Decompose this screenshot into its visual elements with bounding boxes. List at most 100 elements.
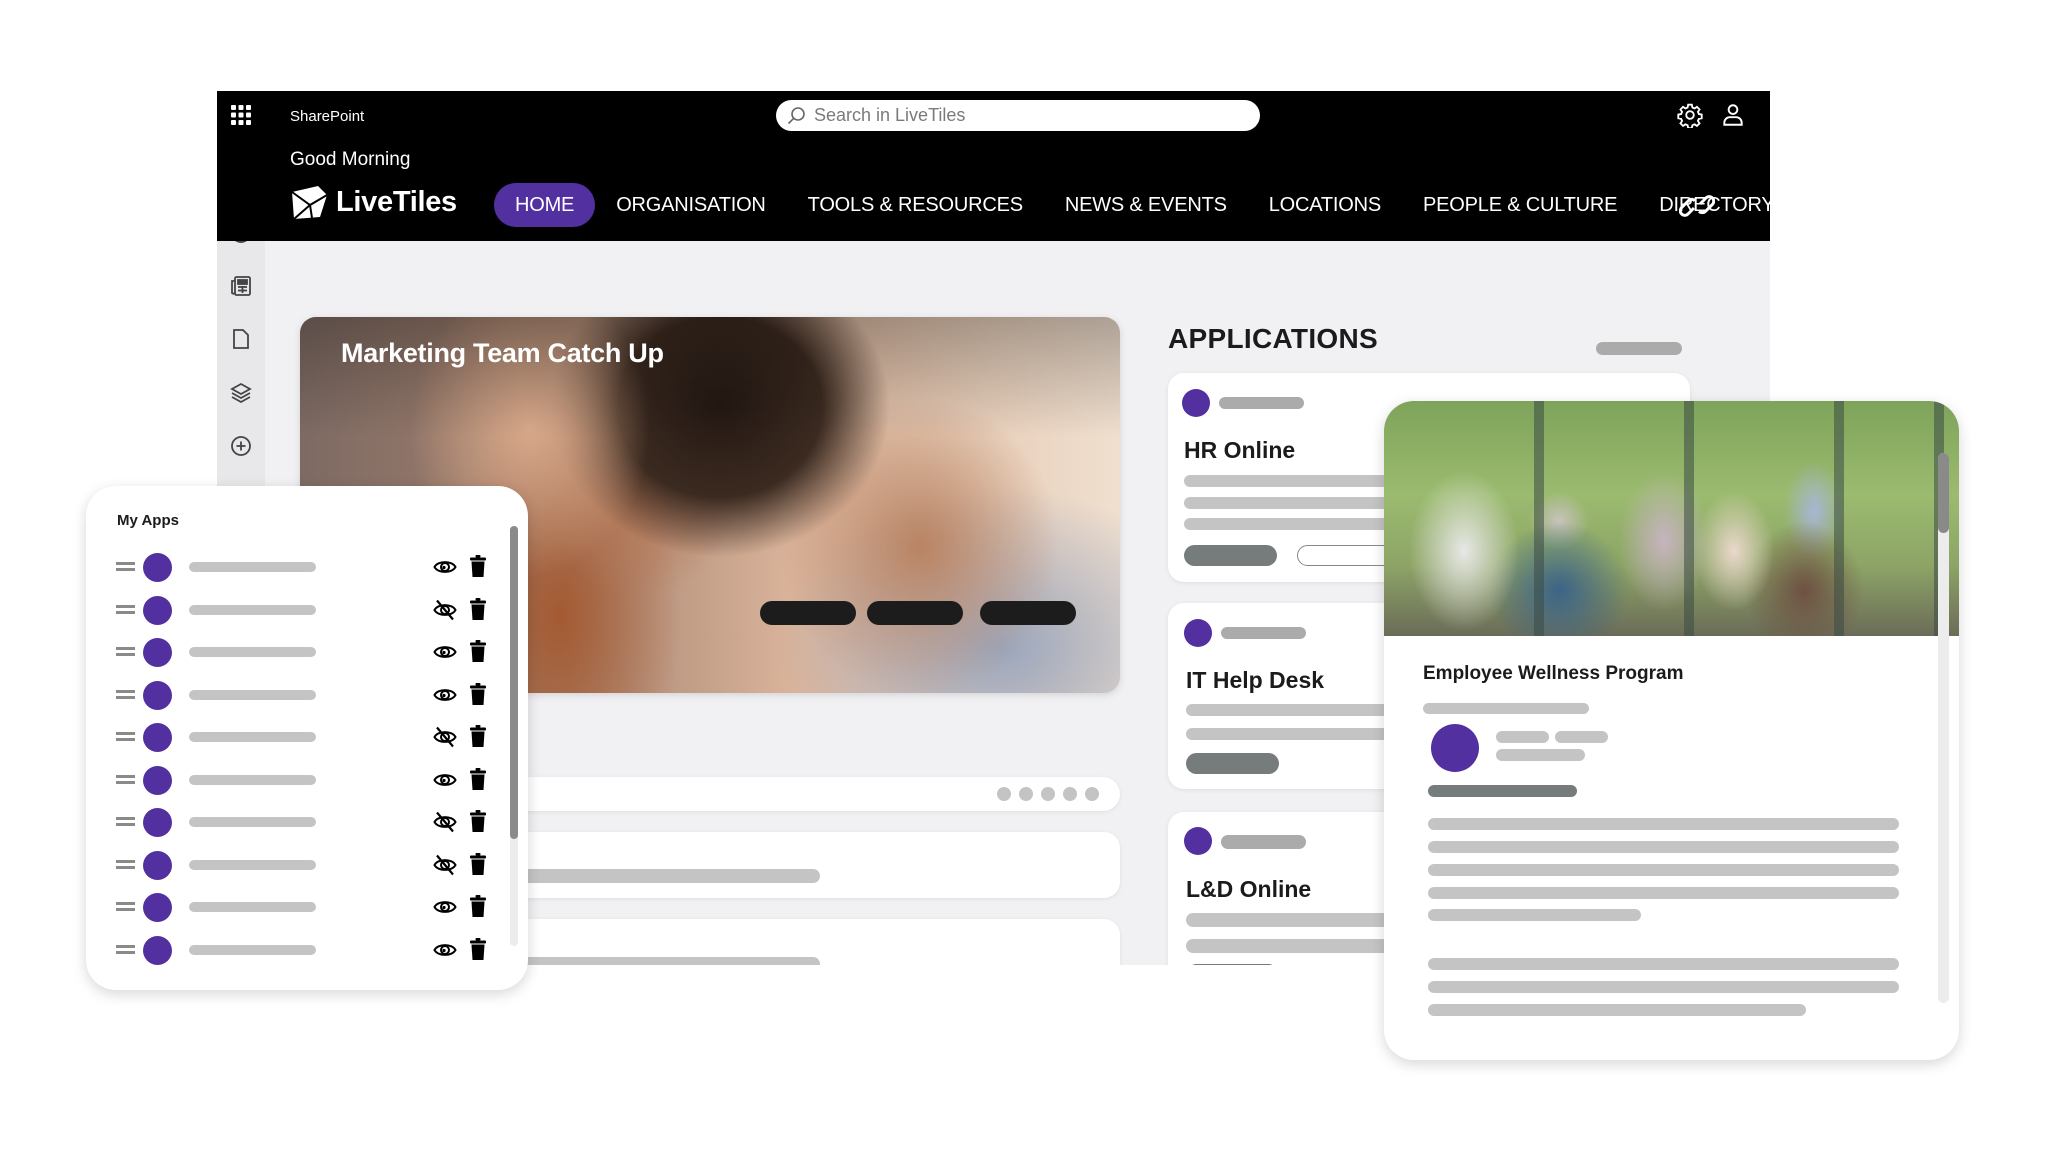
eye-off-icon[interactable] — [433, 811, 457, 833]
pager-dot[interactable] — [1063, 787, 1077, 801]
trash-icon[interactable] — [470, 555, 486, 577]
my-apps-row[interactable] — [116, 721, 496, 753]
see-all-placeholder[interactable] — [1596, 342, 1682, 355]
my-apps-row[interactable] — [116, 934, 496, 966]
trash-icon[interactable] — [470, 937, 486, 960]
my-apps-row[interactable] — [116, 891, 496, 923]
drag-handle-icon[interactable] — [116, 689, 135, 699]
eye-off-icon[interactable] — [433, 599, 457, 621]
my-apps-row[interactable] — [116, 849, 496, 881]
nav-item-news-events[interactable]: NEWS & EVENTS — [1044, 183, 1248, 227]
eye-icon[interactable] — [433, 939, 457, 961]
text-placeholder — [1428, 909, 1641, 921]
app-name-placeholder — [189, 774, 316, 785]
trash-icon[interactable] — [470, 682, 486, 705]
app-name-placeholder — [189, 859, 316, 870]
nav-item-locations[interactable]: LOCATIONS — [1248, 183, 1402, 227]
drag-handle-icon[interactable] — [116, 859, 135, 869]
app-name-placeholder — [189, 647, 316, 657]
document-icon[interactable] — [229, 327, 253, 351]
trash-icon[interactable] — [470, 895, 486, 917]
layers-icon[interactable] — [229, 381, 253, 405]
trash-icon[interactable] — [470, 810, 486, 832]
eye-off-icon[interactable] — [433, 726, 457, 748]
user-icon[interactable] — [1720, 102, 1746, 128]
trash-icon[interactable] — [470, 725, 486, 747]
hero-action-button[interactable] — [980, 601, 1076, 625]
primary-button[interactable] — [1189, 964, 1276, 965]
hero-action-button[interactable] — [760, 601, 856, 625]
drag-handle-icon[interactable] — [116, 944, 135, 954]
gear-icon[interactable] — [1677, 102, 1703, 128]
app-icon — [143, 893, 172, 922]
my-apps-row[interactable] — [116, 679, 496, 711]
my-apps-row[interactable] — [116, 594, 496, 626]
eye-icon[interactable] — [433, 896, 457, 918]
top-bar: SharePoint Good Morning LiveTiles HOME O… — [217, 91, 1770, 241]
add-circle-icon[interactable] — [229, 434, 253, 458]
eye-off-icon[interactable] — [433, 854, 457, 876]
brand-name: LiveTiles — [336, 185, 457, 218]
my-apps-row[interactable] — [116, 636, 496, 668]
my-apps-title: My Apps — [117, 512, 179, 529]
trash-icon[interactable] — [470, 640, 486, 662]
scrollbar-track[interactable] — [1938, 453, 1949, 1003]
app-icon — [143, 680, 172, 710]
drag-handle-icon[interactable] — [116, 902, 135, 911]
drag-handle-icon[interactable] — [116, 604, 135, 614]
pager-dot[interactable] — [1019, 787, 1033, 801]
text-placeholder — [1219, 397, 1304, 409]
text-placeholder — [1428, 841, 1899, 853]
my-apps-row[interactable] — [116, 764, 496, 796]
app-launcher-icon[interactable] — [230, 104, 252, 126]
eye-icon[interactable] — [433, 684, 457, 706]
eye-icon[interactable] — [433, 556, 457, 578]
app-icon — [1184, 619, 1212, 647]
livetiles-logo[interactable]: LiveTiles — [290, 181, 457, 223]
my-apps-row[interactable] — [116, 551, 496, 583]
image-detail — [1684, 401, 1694, 636]
drag-handle-icon[interactable] — [116, 732, 135, 741]
hero-action-button[interactable] — [867, 601, 963, 625]
trash-icon[interactable] — [470, 767, 486, 790]
nav-item-organisation[interactable]: ORGANISATION — [595, 183, 786, 227]
primary-button[interactable] — [1186, 753, 1279, 774]
trash-icon[interactable] — [470, 597, 486, 620]
app-name[interactable]: SharePoint — [290, 108, 364, 125]
app-name-placeholder — [189, 689, 316, 700]
trash-icon[interactable] — [470, 852, 486, 875]
app-name-placeholder — [189, 604, 316, 615]
pager-dot[interactable] — [997, 787, 1011, 801]
drag-handle-icon[interactable] — [116, 817, 135, 826]
nav-item-tools-resources[interactable]: TOOLS & RESOURCES — [787, 183, 1044, 227]
scrollbar-thumb[interactable] — [510, 526, 518, 839]
app-icon — [143, 595, 172, 625]
article-title: Employee Wellness Program — [1423, 663, 1684, 684]
text-placeholder — [1428, 818, 1899, 830]
link-icon[interactable] — [1679, 191, 1715, 221]
drag-handle-icon[interactable] — [116, 774, 135, 784]
author-avatar — [1431, 724, 1479, 772]
search-input[interactable] — [814, 105, 1234, 126]
main-nav: HOME ORGANISATION TOOLS & RESOURCES NEWS… — [494, 183, 1770, 227]
drag-handle-icon[interactable] — [116, 562, 135, 571]
eye-icon[interactable] — [433, 769, 457, 791]
pager-dot[interactable] — [1085, 787, 1099, 801]
primary-button[interactable] — [1184, 545, 1277, 566]
news-icon[interactable] — [229, 274, 253, 298]
search-box[interactable] — [776, 100, 1260, 131]
hero-title: Marketing Team Catch Up — [341, 338, 664, 368]
eye-icon[interactable] — [433, 641, 457, 663]
text-placeholder — [1555, 731, 1608, 743]
app-name-placeholder — [189, 732, 316, 742]
scrollbar-thumb[interactable] — [1938, 453, 1949, 533]
nav-item-people-culture[interactable]: PEOPLE & CULTURE — [1402, 183, 1638, 227]
text-placeholder — [1428, 958, 1899, 970]
applications-heading: APPLICATIONS — [1168, 323, 1378, 354]
news-article-panel[interactable]: Employee Wellness Program — [1384, 401, 1959, 1060]
drag-handle-icon[interactable] — [116, 647, 135, 656]
nav-item-home[interactable]: HOME — [494, 183, 596, 227]
pager-dot[interactable] — [1041, 787, 1055, 801]
my-apps-row[interactable] — [116, 806, 496, 838]
text-placeholder — [1428, 1004, 1806, 1016]
